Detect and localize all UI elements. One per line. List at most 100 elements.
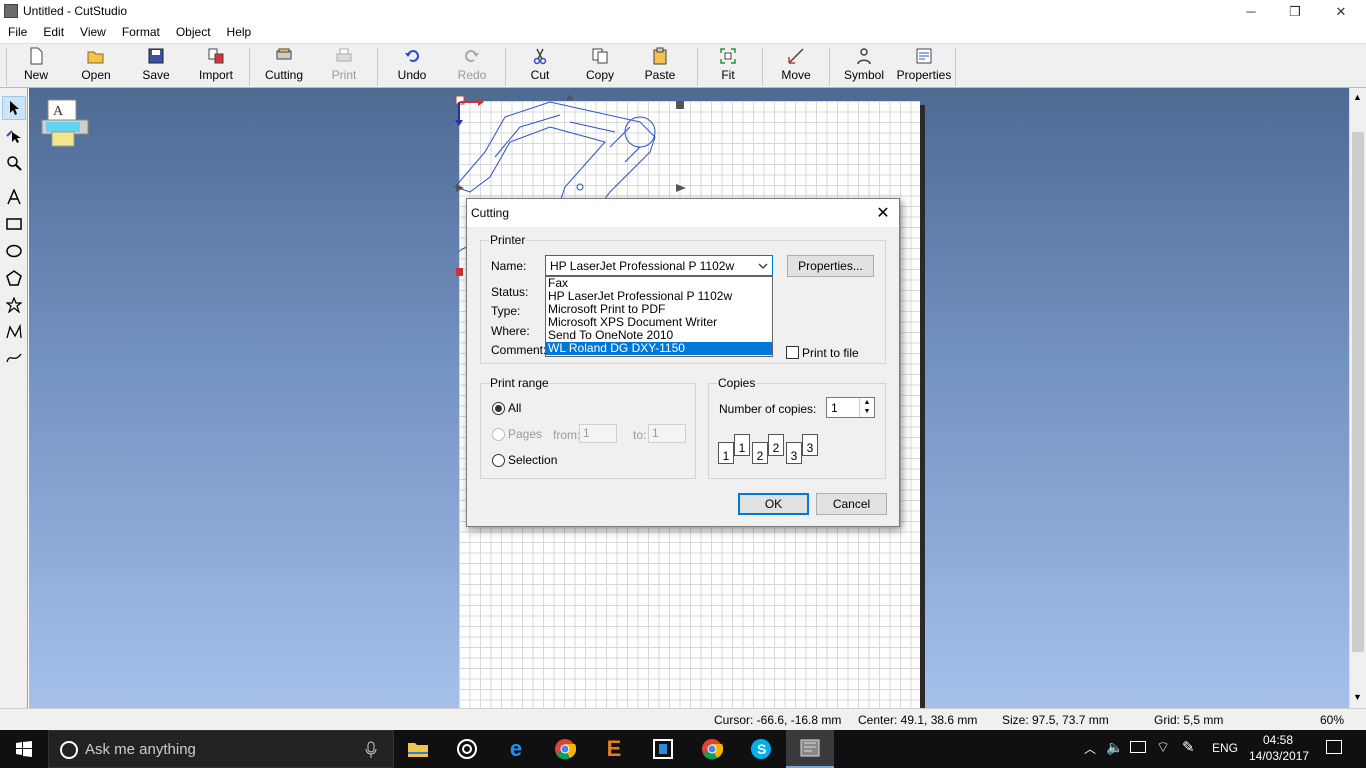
menu-format[interactable]: Format — [114, 23, 168, 43]
toolbar-separator — [249, 48, 250, 86]
cut-button[interactable]: Cut — [520, 47, 560, 87]
copies-spinbox[interactable]: 1 ▲ ▼ — [826, 397, 875, 418]
language-indicator[interactable]: ENG — [1212, 741, 1238, 755]
menu-view[interactable]: View — [72, 23, 114, 43]
ok-button[interactable]: OK — [738, 493, 809, 515]
rectangle-tool[interactable] — [2, 212, 26, 236]
undo-button[interactable]: Undo — [392, 47, 432, 87]
pen-icon[interactable]: ✎ — [1182, 738, 1195, 756]
dialog-title: Cutting — [471, 206, 510, 220]
select-tool[interactable] — [2, 96, 26, 120]
printer-name-value: HP LaserJet Professional P 1102w — [550, 259, 735, 273]
undo-label: Undo — [397, 68, 427, 82]
from-page-input[interactable]: 1 — [579, 424, 617, 443]
pentagon-icon — [6, 270, 22, 286]
clock-date[interactable]: 14/03/2017 — [1249, 749, 1309, 763]
speaker-icon[interactable]: 🔈 — [1106, 739, 1123, 756]
fit-to-window-icon — [720, 48, 736, 64]
copy-button[interactable]: Copy — [580, 47, 620, 87]
search-placeholder: Ask me anything — [85, 741, 196, 758]
star-tool[interactable] — [2, 293, 26, 317]
ellipse-tool[interactable] — [2, 239, 26, 263]
move-label: Move — [781, 68, 811, 82]
status-label: Status: — [491, 285, 529, 299]
dropdown-option-roland-dxy[interactable]: WL Roland DG DXY-1150 — [546, 342, 772, 355]
spin-arrows-icon[interactable]: ▲ ▼ — [859, 398, 874, 417]
type-label: Type: — [491, 304, 521, 318]
scroll-up-arrow-icon[interactable]: ▲ — [1353, 92, 1362, 102]
action-center-icon[interactable] — [1326, 740, 1342, 754]
menu-object[interactable]: Object — [168, 23, 219, 43]
print-to-file-checkbox[interactable] — [786, 346, 799, 359]
polygon-tool[interactable] — [2, 266, 26, 290]
copies-value: 1 — [831, 401, 838, 415]
print-button[interactable]: Print — [324, 47, 364, 87]
close-window-button[interactable]: ✕ — [1318, 0, 1364, 23]
zoom-readout: 60% — [1320, 713, 1345, 727]
redo-button[interactable]: Redo — [452, 47, 492, 87]
clock-time[interactable]: 04:58 — [1263, 733, 1293, 747]
node-edit-tool[interactable] — [2, 124, 26, 148]
redo-arrow-icon — [465, 50, 479, 62]
file-explorer-taskbar-icon[interactable] — [394, 730, 442, 768]
save-button[interactable]: Save — [136, 47, 176, 87]
printer-group-label: Printer — [489, 233, 527, 247]
range-selection-radio[interactable] — [492, 454, 505, 467]
menu-edit[interactable]: Edit — [35, 23, 72, 43]
paste-label: Paste — [644, 68, 676, 82]
symbol-button[interactable]: Symbol — [840, 47, 888, 87]
battery-icon[interactable] — [1130, 741, 1146, 753]
zoom-tool[interactable] — [2, 151, 26, 175]
text-tool[interactable] — [2, 185, 26, 209]
scroll-down-arrow-icon[interactable]: ▼ — [1353, 692, 1362, 702]
range-pages-radio[interactable] — [492, 428, 505, 441]
to-page-input[interactable]: 1 — [648, 424, 686, 443]
printer-properties-button[interactable]: Properties... — [787, 255, 874, 277]
menu-help[interactable]: Help — [219, 23, 260, 43]
fit-button[interactable]: Fit — [708, 47, 748, 87]
undo-arrow-icon — [405, 50, 419, 62]
printer-name-select[interactable]: HP LaserJet Professional P 1102w — [545, 255, 773, 276]
app-frame-taskbar-icon[interactable] — [639, 730, 687, 768]
comment-label: Comment: — [491, 343, 547, 357]
curve-icon — [6, 353, 22, 363]
restore-button[interactable]: ❐ — [1272, 0, 1318, 23]
cutting-button[interactable]: Cutting — [261, 47, 307, 87]
e-app-taskbar-icon[interactable]: E — [590, 730, 638, 768]
range-all-radio[interactable] — [492, 402, 505, 415]
menu-file[interactable]: File — [0, 23, 35, 43]
curve-tool[interactable] — [2, 346, 26, 370]
cortana-search-box[interactable]: Ask me anything — [48, 730, 394, 768]
import-button[interactable]: Import — [194, 47, 238, 87]
import-icon — [208, 48, 224, 64]
cutter-icon — [276, 48, 292, 60]
symbol-label: Symbol — [843, 68, 884, 82]
polyline-tool[interactable] — [2, 320, 26, 344]
settings-taskbar-icon[interactable] — [443, 730, 491, 768]
scrollbar-thumb[interactable] — [1352, 132, 1364, 652]
edge-taskbar-icon[interactable]: e — [492, 730, 540, 768]
cancel-button[interactable]: Cancel — [816, 493, 887, 515]
dialog-close-icon[interactable]: ✕ — [871, 203, 895, 223]
wifi-icon[interactable]: ⌔ — [1156, 738, 1170, 757]
cutstudio-taskbar-icon[interactable] — [786, 730, 834, 768]
chrome-second-taskbar-icon[interactable] — [688, 730, 736, 768]
toolbar-separator — [377, 48, 378, 86]
properties-button[interactable]: Properties — [895, 47, 953, 87]
save-label: Save — [142, 68, 170, 82]
skype-taskbar-icon[interactable]: S — [737, 730, 785, 768]
tray-chevron-up-icon[interactable]: ︿ — [1084, 740, 1096, 757]
start-button[interactable] — [0, 730, 48, 768]
open-button[interactable]: Open — [76, 47, 116, 87]
paper-shadow — [920, 105, 925, 708]
minimize-button[interactable]: ─ — [1228, 0, 1274, 23]
new-button[interactable]: New — [16, 47, 56, 87]
print-label: Print — [331, 68, 357, 82]
vertical-scrollbar[interactable]: ▲ ▼ — [1349, 88, 1366, 708]
paste-button[interactable]: Paste — [640, 47, 680, 87]
move-button[interactable]: Move — [776, 47, 816, 87]
text-object-thumbnail[interactable]: A — [40, 98, 90, 148]
chrome-taskbar-icon[interactable] — [541, 730, 589, 768]
printer-dropdown-list[interactable]: Fax HP LaserJet Professional P 1102w Mic… — [545, 276, 773, 357]
chrome-icon — [555, 739, 576, 760]
